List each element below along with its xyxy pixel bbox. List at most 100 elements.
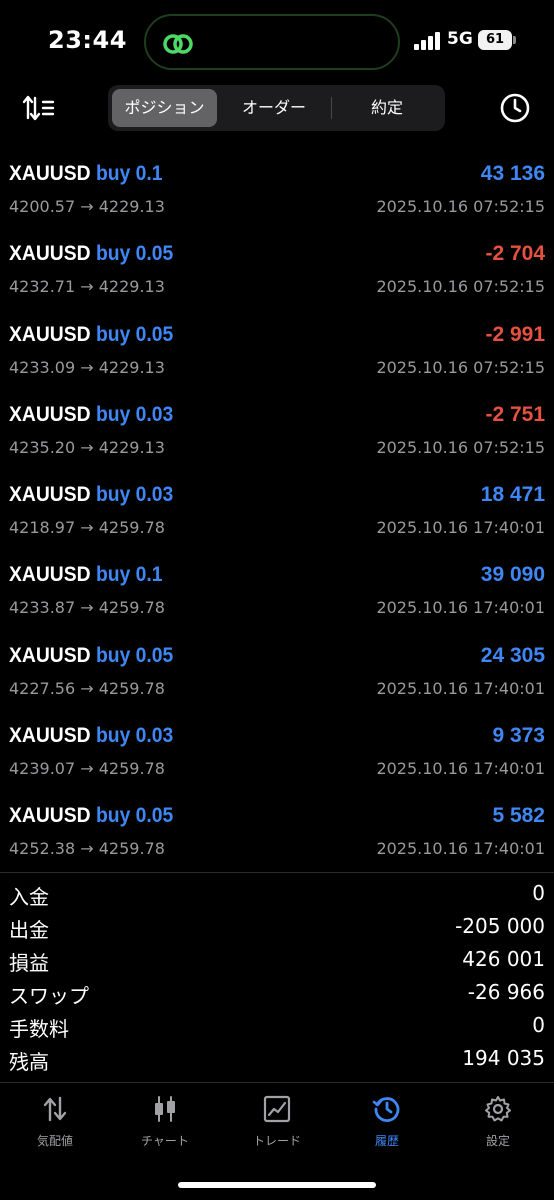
symbol-name: XAUUSD	[9, 242, 91, 266]
summary-value: 0	[532, 1013, 545, 1037]
tab-label: トレード	[252, 1134, 301, 1148]
toolbar: ポジション オーダー 約定	[0, 84, 554, 132]
trade-chart-icon	[263, 1095, 291, 1123]
trade-prices: 4233.09 → 4229.13	[9, 357, 165, 377]
home-indicator[interactable]	[178, 1182, 376, 1188]
battery-icon: 61	[478, 30, 512, 50]
trade-row[interactable]: XAUUSD buy 0.1 43 136 4200.57 → 4229.13 …	[0, 153, 554, 233]
account-summary: 入金 0 出金 -205 000 損益 426 001 スワップ -26 966…	[0, 878, 554, 1076]
trade-row[interactable]: XAUUSD buy 0.05 -2 991 4233.09 → 4229.13…	[0, 314, 554, 394]
status-time: 23:44	[48, 26, 127, 54]
trade-side-volume: buy 0.1	[95, 563, 163, 587]
symbol-name: XAUUSD	[9, 804, 91, 828]
tab-bar: 気配値 チャート トレード 履歴 設定	[0, 1084, 554, 1200]
symbol-name: XAUUSD	[9, 162, 91, 185]
trade-list: XAUUSD buy 0.1 43 136 4200.57 → 4229.13 …	[0, 153, 554, 876]
trade-prices: 4232.71 → 4229.13	[9, 277, 165, 297]
summary-row-commission: 手数料 0	[0, 1010, 554, 1043]
trade-symbol: XAUUSD buy 0.03	[9, 483, 173, 507]
symbol-name: XAUUSD	[9, 483, 91, 507]
symbol-name: XAUUSD	[9, 643, 91, 667]
quotes-arrows-icon	[43, 1096, 67, 1122]
trade-time: 2025.10.16 07:52:15	[376, 277, 545, 297]
trade-row[interactable]: XAUUSD buy 0.1 39 090 4233.87 → 4259.78 …	[0, 554, 554, 634]
dynamic-island[interactable]	[144, 14, 400, 70]
sort-icon[interactable]	[22, 92, 56, 124]
symbol-name: XAUUSD	[9, 322, 91, 346]
trade-row[interactable]: XAUUSD buy 0.05 24 305 4227.56 → 4259.78…	[0, 635, 554, 715]
trade-prices: 4252.38 → 4259.78	[9, 839, 165, 859]
summary-label: 損益	[9, 951, 49, 975]
trade-row[interactable]: XAUUSD buy 0.03 -2 751 4235.20 → 4229.13…	[0, 394, 554, 474]
tab-label: 履歴	[374, 1134, 399, 1148]
summary-divider	[0, 872, 554, 873]
trade-symbol: XAUUSD buy 0.03	[9, 403, 173, 427]
trade-side-volume: buy 0.1	[95, 162, 163, 185]
tab-history[interactable]: 履歴	[332, 1094, 442, 1154]
trade-prices: 4233.87 → 4259.78	[9, 598, 165, 618]
trade-profit: 43 136	[480, 162, 545, 185]
tab-chart[interactable]: チャート	[110, 1094, 220, 1154]
history-icon	[372, 1097, 400, 1122]
trade-row[interactable]: XAUUSD buy 0.03 9 373 4239.07 → 4259.78 …	[0, 715, 554, 795]
trade-row[interactable]: XAUUSD buy 0.05 -2 704 4232.71 → 4229.13…	[0, 233, 554, 313]
summary-value: 426 001	[462, 947, 545, 971]
trade-side-volume: buy 0.03	[95, 402, 174, 426]
trade-side-volume: buy 0.05	[95, 242, 174, 266]
summary-value: -26 966	[467, 980, 545, 1004]
trade-profit: 18 471	[480, 483, 545, 507]
tabbar-divider	[0, 1082, 554, 1083]
trade-symbol: XAUUSD buy 0.1	[9, 563, 163, 587]
symbol-name: XAUUSD	[9, 402, 91, 426]
tab-positions[interactable]: ポジション	[112, 89, 217, 127]
tab-deals[interactable]: 約定	[332, 89, 442, 127]
trade-side-volume: buy 0.03	[95, 724, 174, 748]
tab-settings[interactable]: 設定	[443, 1094, 553, 1154]
tab-orders[interactable]: オーダー	[219, 89, 329, 127]
trade-profit: -2 751	[485, 402, 545, 426]
trade-time: 2025.10.16 07:52:15	[376, 197, 545, 216]
summary-value: -205 000	[455, 914, 545, 938]
trade-row[interactable]: XAUUSD buy 0.03 18 471 4218.97 → 4259.78…	[0, 474, 554, 554]
trade-prices: 4235.20 → 4229.13	[9, 437, 165, 457]
trade-profit: 39 090	[480, 563, 545, 587]
trade-time: 2025.10.16 07:52:15	[376, 437, 545, 457]
summary-label: 出金	[9, 918, 49, 942]
summary-label: スワップ	[9, 984, 89, 1008]
trade-profit: 9 373	[492, 724, 545, 748]
trade-profit: 5 582	[492, 804, 545, 828]
trade-prices: 4218.97 → 4259.78	[9, 518, 165, 538]
summary-row-withdrawal: 出金 -205 000	[0, 911, 554, 944]
trade-profit: -2 991	[485, 322, 545, 346]
segmented-control: ポジション オーダー 約定	[108, 85, 445, 131]
clock-icon[interactable]	[498, 91, 532, 125]
trade-symbol: XAUUSD buy 0.05	[9, 804, 173, 828]
gear-icon	[485, 1096, 511, 1122]
summary-label: 手数料	[9, 1017, 69, 1041]
signal-icon	[414, 32, 440, 50]
symbol-name: XAUUSD	[9, 724, 91, 748]
symbol-name: XAUUSD	[9, 563, 91, 587]
trade-symbol: XAUUSD buy 0.05	[9, 644, 173, 668]
summary-value: 0	[532, 881, 545, 905]
tab-quotes[interactable]: 気配値	[0, 1094, 110, 1154]
tab-trade[interactable]: トレード	[222, 1094, 332, 1154]
battery-tip	[513, 36, 516, 44]
trade-symbol: XAUUSD buy 0.03	[9, 724, 173, 748]
trade-side-volume: buy 0.05	[95, 804, 174, 828]
network-type: 5G	[447, 29, 473, 49]
summary-row-swap: スワップ -26 966	[0, 977, 554, 1010]
trade-symbol: XAUUSD buy 0.1	[9, 162, 163, 186]
trade-row[interactable]: XAUUSD buy 0.05 5 582 4252.38 → 4259.78 …	[0, 795, 554, 875]
trade-time: 2025.10.16 17:40:01	[376, 598, 545, 618]
summary-row-profit: 損益 426 001	[0, 944, 554, 977]
trade-profit: -2 704	[485, 242, 545, 266]
summary-row-balance: 残高 194 035	[0, 1043, 554, 1076]
summary-value: 194 035	[462, 1046, 545, 1070]
candlestick-chart-icon	[155, 1096, 175, 1122]
link-icon	[163, 34, 193, 54]
tab-label: 設定	[485, 1134, 510, 1148]
trade-time: 2025.10.16 17:40:01	[376, 518, 545, 538]
summary-label: 残高	[9, 1050, 49, 1074]
trade-time: 2025.10.16 17:40:01	[376, 759, 545, 779]
